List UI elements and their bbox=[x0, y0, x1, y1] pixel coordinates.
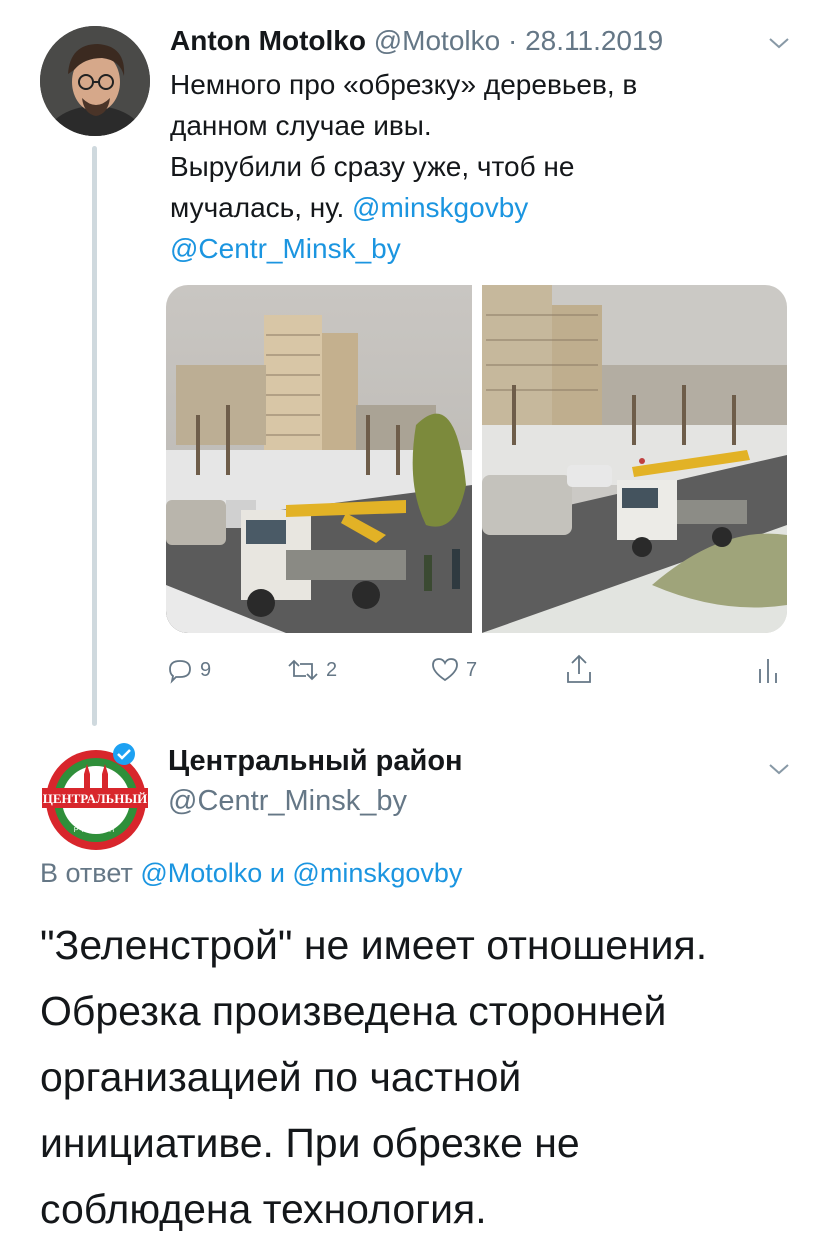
retweet-icon bbox=[288, 659, 318, 681]
mention-link[interactable]: @minskgovby bbox=[352, 192, 528, 223]
chevron-down-icon[interactable] bbox=[764, 754, 794, 784]
tweet-date[interactable]: 28.11.2019 bbox=[525, 25, 663, 56]
tweet-header: Anton Motolko @Motolko · 28.11.2019 bbox=[170, 24, 663, 58]
author-name[interactable]: Центральный район bbox=[168, 745, 463, 778]
media-grid bbox=[166, 285, 787, 633]
chevron-down-icon[interactable] bbox=[764, 28, 794, 58]
tweet-text-line: организацией по частной bbox=[40, 1054, 522, 1100]
tweet-text-line: инициативе. При обрезке не bbox=[40, 1120, 580, 1166]
tweet-actions: 9 2 7 bbox=[166, 652, 806, 692]
tweet-text-line: Вырубили б сразу уже, чтоб не bbox=[170, 151, 575, 182]
mention-link[interactable]: @Motolko bbox=[140, 858, 262, 888]
tweet-text-line: мучалась, ну. bbox=[170, 192, 345, 223]
avatar-logo-text: ЦЕНТРАЛЬНЫЙ bbox=[43, 791, 148, 806]
tweet-text-line: данном случае ивы. bbox=[170, 110, 432, 141]
verified-badge-icon bbox=[113, 743, 135, 765]
avatar[interactable] bbox=[40, 26, 150, 136]
reply-icon bbox=[169, 660, 191, 684]
tweet-text: Немного про «обрезку» деревьев, в данном… bbox=[170, 64, 770, 269]
heart-icon bbox=[432, 658, 458, 682]
retweet-count: 2 bbox=[326, 658, 338, 681]
tweet-text-line: Немного про «обрезку» деревьев, в bbox=[170, 69, 638, 100]
reply-button[interactable]: 9 bbox=[166, 652, 211, 688]
analytics-button[interactable] bbox=[756, 652, 780, 688]
separator-dot: · bbox=[507, 25, 518, 56]
tweet-text-line: Обрезка произведена сторонней bbox=[40, 988, 667, 1034]
like-count: 7 bbox=[466, 658, 478, 681]
avatar[interactable]: ЦЕНТРАЛЬНЫЙ РАЙОН bbox=[40, 740, 154, 854]
reply-joiner: и bbox=[269, 858, 285, 888]
tweet-text-line: "Зеленстрой" не имеет отношения. bbox=[40, 922, 708, 968]
thread-connector-line bbox=[92, 146, 97, 726]
mention-link[interactable]: @minskgovby bbox=[292, 858, 462, 888]
reply-prefix: В ответ bbox=[40, 858, 133, 888]
mention-link[interactable]: @Centr_Minsk_by bbox=[170, 233, 401, 264]
avatar-logo-subtext: РАЙОН bbox=[74, 825, 118, 834]
share-icon bbox=[567, 654, 591, 683]
retweet-button[interactable]: 2 bbox=[286, 652, 337, 688]
tweet-text: "Зеленстрой" не имеет отношения. Обрезка… bbox=[40, 912, 800, 1242]
author-handle[interactable]: @Centr_Minsk_by bbox=[168, 785, 407, 818]
analytics-icon bbox=[759, 659, 777, 683]
like-button[interactable]: 7 bbox=[430, 652, 477, 688]
author-name[interactable]: Anton Motolko bbox=[170, 25, 366, 56]
author-handle[interactable]: @Motolko bbox=[374, 25, 500, 56]
photo[interactable] bbox=[482, 285, 787, 633]
tweet-text-line: соблюдена технология. bbox=[40, 1186, 487, 1232]
reply-count: 9 bbox=[200, 658, 212, 681]
reply-context: В ответ @Motolko и @minskgovby bbox=[40, 858, 462, 889]
share-button[interactable] bbox=[564, 652, 594, 688]
photo[interactable] bbox=[166, 285, 472, 633]
